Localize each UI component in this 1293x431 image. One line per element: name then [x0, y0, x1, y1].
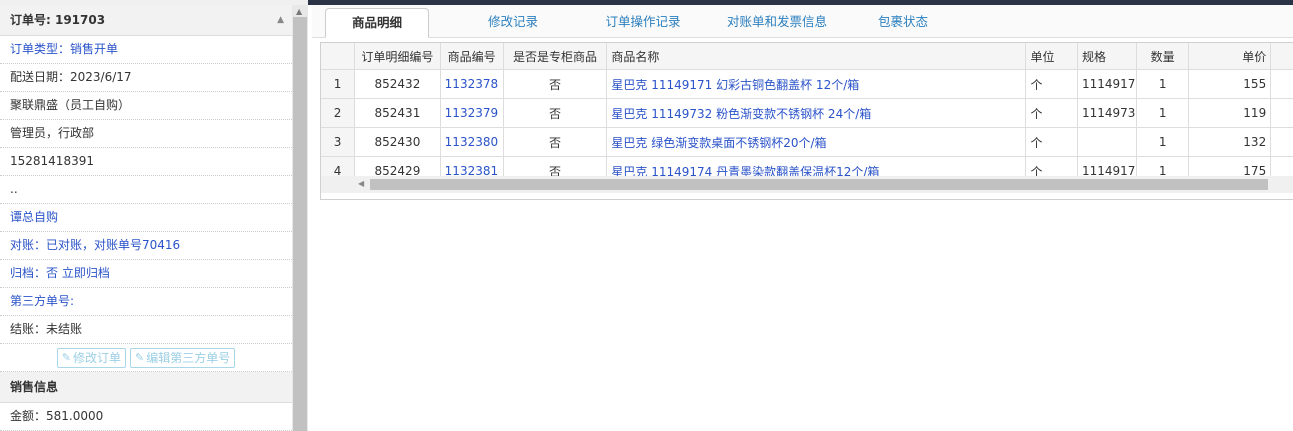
row-number: 1: [321, 69, 356, 99]
reconcile-status[interactable]: 对账：已对账，对账单号70416: [0, 232, 292, 260]
header-unit-price[interactable]: 单价: [1188, 43, 1272, 70]
unit-price: 132: [1188, 127, 1272, 157]
order-number-header: 订单号: 191703 ▲: [0, 5, 292, 36]
unit: 个: [1025, 127, 1078, 157]
counter-flag: 否: [503, 69, 608, 99]
tab-package-status[interactable]: 包裹状态: [868, 8, 938, 36]
scrollbar-thumb[interactable]: [293, 17, 307, 431]
extra-cell: [1270, 98, 1293, 128]
edit-icon: ✎: [61, 350, 71, 364]
phone-number: 15281418391: [0, 148, 292, 176]
table-row[interactable]: 3 852430 1132380 否 星巴克 绿色渐变款桌面不锈钢杯20个/箱 …: [321, 127, 1293, 157]
header-extra: [1270, 43, 1293, 70]
tab-bar: 商品明细 修改记录 订单操作记录 对账单和发票信息 包裹状态: [312, 5, 1293, 38]
quantity: 1: [1136, 127, 1189, 157]
scroll-up-icon[interactable]: ▲: [296, 7, 302, 16]
product-table-container: 订单明细编号 商品编号 是否是专柜商品 商品名称 单位 规格 数量 单价 1 8…: [320, 42, 1293, 200]
header-detail-id[interactable]: 订单明细编号: [354, 43, 441, 70]
tab-statement-invoice[interactable]: 对账单和发票信息: [717, 8, 837, 36]
header-row-number: [321, 43, 356, 70]
quantity: 1: [1136, 69, 1189, 99]
sales-amount: 金额：581.0000: [0, 403, 292, 431]
product-id-link[interactable]: 1132379: [440, 98, 504, 128]
order-actions: ✎ 修改订单 ✎ 编辑第三方单号: [0, 344, 292, 372]
horizontal-scrollbar[interactable]: ◀: [321, 176, 1293, 193]
detail-id: 852431: [354, 98, 441, 128]
quantity: 1: [1136, 98, 1189, 128]
header-product-id[interactable]: 商品编号: [440, 43, 504, 70]
left-panel-scrollbar[interactable]: ▲: [292, 5, 308, 431]
scroll-left-icon[interactable]: ◀: [358, 179, 364, 188]
spec: [1077, 127, 1138, 157]
extra-cell: [1270, 127, 1293, 157]
sales-info-header: 销售信息: [0, 372, 292, 403]
header-unit[interactable]: 单位: [1025, 43, 1078, 70]
edit-third-party-label: 编辑第三方单号: [146, 350, 231, 365]
settlement-status: 结账：未结账: [0, 316, 292, 344]
detail-id: 852432: [354, 69, 441, 99]
extra-cell: [1270, 69, 1293, 99]
header-quantity[interactable]: 数量: [1136, 43, 1189, 70]
product-name-link[interactable]: 星巴克 11149171 幻彩古铜色翻盖杯 12个/箱: [606, 69, 1027, 99]
unit-price: 119: [1188, 98, 1272, 128]
delivery-date: 配送日期：2023/6/17: [0, 64, 292, 92]
tab-product-details[interactable]: 商品明细: [325, 8, 429, 38]
tab-edit-history[interactable]: 修改记录: [462, 8, 564, 36]
order-number: 订单号: 191703: [10, 13, 106, 27]
edit-order-button[interactable]: ✎ 修改订单: [56, 347, 126, 368]
purchaser: 谭总自购: [0, 204, 292, 232]
table-row[interactable]: 2 852431 1132379 否 星巴克 11149732 粉色渐变款不锈钢…: [321, 98, 1293, 128]
product-table: 订单明细编号 商品编号 是否是专柜商品 商品名称 单位 规格 数量 单价 1 8…: [321, 43, 1293, 186]
unit-price: 155: [1188, 69, 1272, 99]
product-id-link[interactable]: 1132380: [440, 127, 504, 157]
row-number: 2: [321, 98, 356, 128]
table-row[interactable]: 1 852432 1132378 否 星巴克 11149171 幻彩古铜色翻盖杯…: [321, 69, 1293, 99]
contact-person: 管理员，行政部: [0, 120, 292, 148]
customer-name: 聚联鼎盛（员工自购）: [0, 92, 292, 120]
row-number: 3: [321, 127, 356, 157]
product-name-link[interactable]: 星巴克 绿色渐变款桌面不锈钢杯20个/箱: [606, 127, 1027, 157]
unit: 个: [1025, 98, 1078, 128]
counter-flag: 否: [503, 127, 608, 157]
edit-icon: ✎: [135, 350, 145, 364]
unit: 个: [1025, 69, 1078, 99]
product-name-link[interactable]: 星巴克 11149732 粉色渐变款不锈钢杯 24个/箱: [606, 98, 1027, 128]
spec: 1114917: [1077, 69, 1138, 99]
product-id-link[interactable]: 1132378: [440, 69, 504, 99]
header-product-name[interactable]: 商品名称: [606, 43, 1027, 70]
third-party-number: 第三方单号:: [0, 288, 292, 316]
edit-third-party-button[interactable]: ✎ 编辑第三方单号: [130, 347, 236, 368]
table-header-row: 订单明细编号 商品编号 是否是专柜商品 商品名称 单位 规格 数量 单价: [321, 43, 1293, 70]
caret-up-icon[interactable]: ▲: [277, 5, 284, 35]
tab-operation-log[interactable]: 订单操作记录: [592, 8, 694, 36]
header-counter-product[interactable]: 是否是专柜商品: [503, 43, 608, 70]
archive-status[interactable]: 归档：否 立即归档: [0, 260, 292, 288]
order-info-panel: 订单号: 191703 ▲ 订单类型：销售开单 配送日期：2023/6/17 聚…: [0, 5, 293, 431]
horizontal-scrollbar-thumb[interactable]: [370, 179, 1268, 190]
edit-order-label: 修改订单: [72, 350, 121, 365]
spec: 1114973: [1077, 98, 1138, 128]
counter-flag: 否: [503, 98, 608, 128]
header-spec[interactable]: 规格: [1077, 43, 1138, 70]
address: ..: [0, 176, 292, 204]
detail-panel: 商品明细 修改记录 订单操作记录 对账单和发票信息 包裹状态 订单明细编号 商品…: [312, 5, 1293, 431]
order-type: 订单类型：销售开单: [0, 36, 292, 64]
detail-id: 852430: [354, 127, 441, 157]
